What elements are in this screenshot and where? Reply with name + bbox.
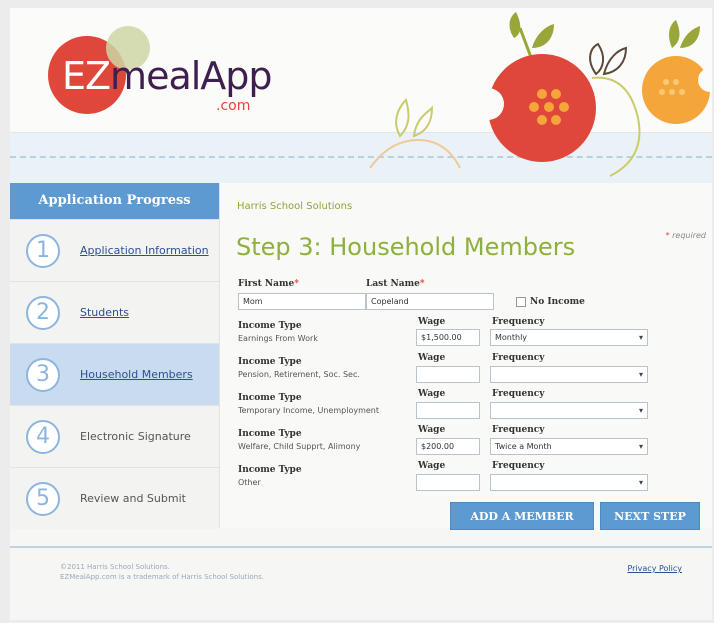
next-step-button[interactable]: NEXT STEP [600,502,700,530]
frequency-select[interactable]: ▾ [490,366,648,383]
chevron-down-icon: ▾ [638,478,643,487]
copyright-text: ©2011 Harris School Solutions. EZMealApp… [60,562,264,582]
page: EZmealApp .com Application Progress 1 Ap… [10,8,712,620]
wage-label: Wage [418,317,446,327]
frequency-select[interactable]: Twice a Month ▾ [490,438,648,455]
frequency-select[interactable]: ▾ [490,474,648,491]
frequency-label: Frequency [492,353,545,363]
sidebar-step-students[interactable]: 2 Students [10,281,219,343]
sidebar-step-electronic-signature: 4 Electronic Signature [10,405,219,467]
income-type-desc: Welfare, Child Supprt, Alimony [238,442,361,451]
wage-label: Wage [418,425,446,435]
income-type-desc: Other [238,478,261,487]
logo-wordmark: EZmealApp [62,54,273,98]
income-type-label: Income Type [238,357,302,367]
wage-field[interactable] [416,474,480,491]
wage-label: Wage [418,461,446,471]
add-member-button[interactable]: ADD A MEMBER [450,502,594,530]
sidebar-step-household-members[interactable]: 3 Household Members [10,343,219,405]
wage-label: Wage [418,353,446,363]
step-number-badge: 1 [26,234,60,268]
fruit-illustration [369,12,712,177]
frequency-value: Twice a Month [495,442,552,451]
logo-ez: EZ [62,54,111,98]
last-name-label-text: Last Name [366,279,420,289]
frequency-label: Frequency [492,389,545,399]
income-type-label: Income Type [238,321,302,331]
first-name-label-text: First Name [238,279,295,289]
copyright-line-2: EZMealApp.com is a trademark of Harris S… [60,573,264,581]
logo-meal: meal [110,54,201,98]
income-type-label: Income Type [238,393,302,403]
income-type-desc: Earnings From Work [238,334,318,343]
leaf-icon [395,98,434,138]
wage-field[interactable] [416,366,480,383]
no-income-label: No Income [530,297,585,307]
frequency-select[interactable]: Monthly ▾ [490,329,648,346]
chevron-down-icon: ▾ [638,333,643,342]
income-type-desc: Temporary Income, Unemployment [238,406,379,415]
step-number-badge: 4 [26,420,60,454]
income-type-desc: Pension, Retirement, Soc. Sec. [238,370,360,379]
wage-field[interactable]: $1,500.00 [416,329,480,346]
step-link-household-members[interactable]: Household Members [80,368,193,381]
first-name-label: First Name* [238,279,299,289]
step-link-students[interactable]: Students [80,306,129,319]
sidebar-heading: Application Progress [10,183,219,219]
orange-icon [642,20,712,124]
sidebar-step-review-and-submit: 5 Review and Submit [10,467,219,529]
header: EZmealApp .com [10,8,712,183]
wage-label: Wage [418,389,446,399]
step-number-badge: 2 [26,296,60,330]
application-progress-sidebar: Application Progress 1 Application Infor… [10,183,220,529]
required-note: * required [665,231,706,240]
apple-icon [472,12,596,162]
frequency-select[interactable]: ▾ [490,402,648,419]
last-name-label: Last Name* [366,279,425,289]
frequency-label: Frequency [492,425,545,435]
frequency-label: Frequency [492,461,545,471]
step-link-application-information[interactable]: Application Information [80,244,209,257]
household-members-form: Harris School Solutions * required Step … [220,183,712,528]
school-name: Harris School Solutions [237,201,353,212]
first-name-field[interactable]: Mom [238,293,366,310]
logo-app: App [200,54,272,98]
step-number-badge: 3 [26,358,60,392]
step-label-electronic-signature: Electronic Signature [80,430,191,443]
copyright-line-1: ©2011 Harris School Solutions. [60,563,170,571]
no-income-checkbox[interactable] [516,297,526,307]
footer: ©2011 Harris School Solutions. EZMealApp… [10,546,712,596]
step-label-review-and-submit: Review and Submit [80,492,186,505]
sidebar-step-application-information[interactable]: 1 Application Information [10,219,219,281]
chevron-down-icon: ▾ [638,370,643,379]
ezmealapp-logo[interactable]: EZmealApp .com [48,26,273,126]
logo-dotcom: .com [216,98,251,114]
required-note-text: required [672,231,706,240]
step-number-badge: 5 [26,482,60,516]
last-name-field[interactable]: Copeland [366,293,494,310]
frequency-label: Frequency [492,317,545,327]
income-type-label: Income Type [238,429,302,439]
frequency-value: Monthly [495,333,528,342]
chevron-down-icon: ▾ [638,442,643,451]
page-title: Step 3: Household Members [236,233,576,261]
income-type-label: Income Type [238,465,302,475]
wage-field[interactable] [416,402,480,419]
privacy-policy-link[interactable]: Privacy Policy [627,564,682,573]
wage-field[interactable]: $200.00 [416,438,480,455]
chevron-down-icon: ▾ [638,406,643,415]
